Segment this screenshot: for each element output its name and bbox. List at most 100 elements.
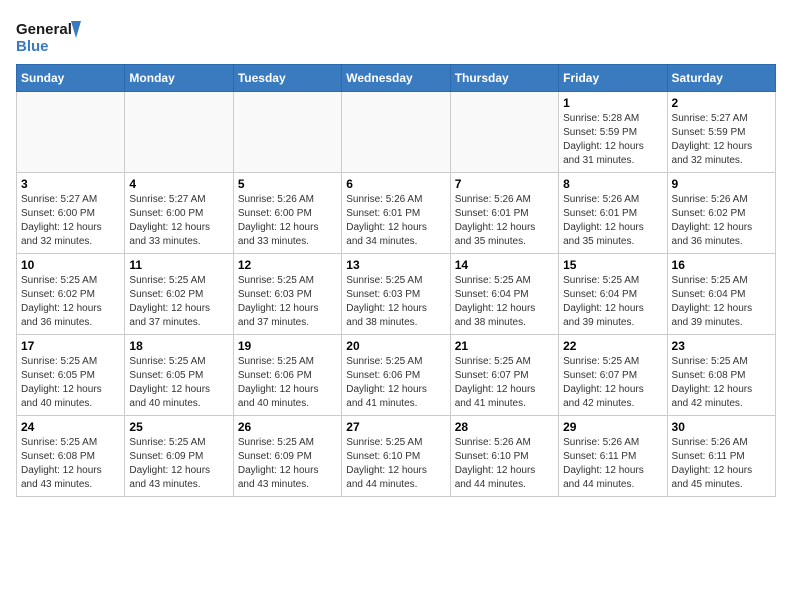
day-number: 3 <box>21 177 120 191</box>
day-header-saturday: Saturday <box>667 65 775 92</box>
day-number: 12 <box>238 258 337 272</box>
calendar-week-1: 1 Sunrise: 5:28 AM Sunset: 5:59 PM Daylig… <box>17 92 776 173</box>
calendar-cell: 29 Sunrise: 5:26 AM Sunset: 6:11 PM Dayli… <box>559 416 667 497</box>
calendar-cell: 9Sunrise: 5:26 AM Sunset: 6:02 PM Daylig… <box>667 173 775 254</box>
calendar-cell: 7 Sunrise: 5:26 AM Sunset: 6:01 PM Daylig… <box>450 173 558 254</box>
day-number: 16 <box>672 258 771 272</box>
calendar-cell: 18 Sunrise: 5:25 AM Sunset: 6:05 PM Dayli… <box>125 335 233 416</box>
day-info: Sunrise: 5:26 AM Sunset: 6:01 PM Dayligh… <box>346 193 445 249</box>
calendar-cell: 25 Sunrise: 5:25 AM Sunset: 6:09 PM Dayli… <box>125 416 233 497</box>
day-info: Sunrise: 5:25 AM Sunset: 6:02 PM Dayligh… <box>21 274 120 330</box>
day-info: Sunrise: 5:26 AM Sunset: 6:10 PM Dayligh… <box>455 436 554 492</box>
day-info: Sunrise: 5:25 AM Sunset: 6:02 PM Dayligh… <box>129 274 228 330</box>
day-info: Sunrise: 5:25 AM Sunset: 6:07 PM Dayligh… <box>563 355 662 411</box>
calendar-cell: 8 Sunrise: 5:26 AM Sunset: 6:01 PM Daylig… <box>559 173 667 254</box>
calendar-cell: 12 Sunrise: 5:25 AM Sunset: 6:03 PM Dayli… <box>233 254 341 335</box>
calendar-cell <box>233 92 341 173</box>
day-header-thursday: Thursday <box>450 65 558 92</box>
day-info: Sunrise: 5:26 AM Sunset: 6:11 PM Dayligh… <box>563 436 662 492</box>
day-number: 6 <box>346 177 445 191</box>
day-info: Sunrise: 5:25 AM Sunset: 6:05 PM Dayligh… <box>21 355 120 411</box>
day-number: 7 <box>455 177 554 191</box>
logo-svg: GeneralBlue <box>16 16 86 56</box>
calendar-header-row: SundayMondayTuesdayWednesdayThursdayFrid… <box>17 65 776 92</box>
calendar-week-2: 3 Sunrise: 5:27 AM Sunset: 6:00 PM Daylig… <box>17 173 776 254</box>
day-info: Sunrise: 5:25 AM Sunset: 6:07 PM Dayligh… <box>455 355 554 411</box>
day-info: Sunrise: 5:25 AM Sunset: 6:05 PM Dayligh… <box>129 355 228 411</box>
calendar-cell: 15 Sunrise: 5:25 AM Sunset: 6:04 PM Dayli… <box>559 254 667 335</box>
day-number: 9 <box>672 177 771 191</box>
calendar-cell: 23 Sunrise: 5:25 AM Sunset: 6:08 PM Dayli… <box>667 335 775 416</box>
calendar-cell: 26 Sunrise: 5:25 AM Sunset: 6:09 PM Dayli… <box>233 416 341 497</box>
day-number: 1 <box>563 96 662 110</box>
calendar-cell: 27Sunrise: 5:25 AM Sunset: 6:10 PM Dayli… <box>342 416 450 497</box>
svg-text:Blue: Blue <box>16 38 49 55</box>
day-number: 25 <box>129 420 228 434</box>
day-info: Sunrise: 5:27 AM Sunset: 6:00 PM Dayligh… <box>21 193 120 249</box>
day-info: Sunrise: 5:26 AM Sunset: 6:01 PM Dayligh… <box>455 193 554 249</box>
day-info: Sunrise: 5:25 AM Sunset: 6:06 PM Dayligh… <box>238 355 337 411</box>
day-number: 11 <box>129 258 228 272</box>
day-info: Sunrise: 5:25 AM Sunset: 6:04 PM Dayligh… <box>672 274 771 330</box>
day-number: 2 <box>672 96 771 110</box>
day-info: Sunrise: 5:25 AM Sunset: 6:08 PM Dayligh… <box>672 355 771 411</box>
svg-text:General: General <box>16 21 72 38</box>
day-info: Sunrise: 5:25 AM Sunset: 6:03 PM Dayligh… <box>346 274 445 330</box>
day-number: 13 <box>346 258 445 272</box>
calendar-cell: 13 Sunrise: 5:25 AM Sunset: 6:03 PM Dayli… <box>342 254 450 335</box>
calendar-cell <box>450 92 558 173</box>
day-info: Sunrise: 5:25 AM Sunset: 6:09 PM Dayligh… <box>238 436 337 492</box>
day-info: Sunrise: 5:25 AM Sunset: 6:09 PM Dayligh… <box>129 436 228 492</box>
day-number: 26 <box>238 420 337 434</box>
calendar-week-5: 24Sunrise: 5:25 AM Sunset: 6:08 PM Dayli… <box>17 416 776 497</box>
calendar-cell: 20Sunrise: 5:25 AM Sunset: 6:06 PM Dayli… <box>342 335 450 416</box>
calendar-cell: 6 Sunrise: 5:26 AM Sunset: 6:01 PM Daylig… <box>342 173 450 254</box>
day-header-friday: Friday <box>559 65 667 92</box>
calendar-week-3: 10 Sunrise: 5:25 AM Sunset: 6:02 PM Dayli… <box>17 254 776 335</box>
calendar-cell: 17 Sunrise: 5:25 AM Sunset: 6:05 PM Dayli… <box>17 335 125 416</box>
page-header: GeneralBlue <box>16 16 776 56</box>
calendar-cell: 30 Sunrise: 5:26 AM Sunset: 6:11 PM Dayli… <box>667 416 775 497</box>
calendar-cell: 19 Sunrise: 5:25 AM Sunset: 6:06 PM Dayli… <box>233 335 341 416</box>
day-number: 28 <box>455 420 554 434</box>
day-info: Sunrise: 5:25 AM Sunset: 6:03 PM Dayligh… <box>238 274 337 330</box>
calendar-cell <box>17 92 125 173</box>
day-info: Sunrise: 5:27 AM Sunset: 5:59 PM Dayligh… <box>672 112 771 168</box>
day-number: 8 <box>563 177 662 191</box>
day-number: 22 <box>563 339 662 353</box>
day-info: Sunrise: 5:26 AM Sunset: 6:11 PM Dayligh… <box>672 436 771 492</box>
day-number: 30 <box>672 420 771 434</box>
day-number: 27 <box>346 420 445 434</box>
day-number: 23 <box>672 339 771 353</box>
day-number: 21 <box>455 339 554 353</box>
day-number: 10 <box>21 258 120 272</box>
day-info: Sunrise: 5:26 AM Sunset: 6:01 PM Dayligh… <box>563 193 662 249</box>
day-number: 17 <box>21 339 120 353</box>
day-info: Sunrise: 5:25 AM Sunset: 6:04 PM Dayligh… <box>455 274 554 330</box>
day-number: 19 <box>238 339 337 353</box>
day-number: 4 <box>129 177 228 191</box>
calendar-cell: 3 Sunrise: 5:27 AM Sunset: 6:00 PM Daylig… <box>17 173 125 254</box>
day-header-wednesday: Wednesday <box>342 65 450 92</box>
calendar-cell: 24Sunrise: 5:25 AM Sunset: 6:08 PM Dayli… <box>17 416 125 497</box>
day-info: Sunrise: 5:28 AM Sunset: 5:59 PM Dayligh… <box>563 112 662 168</box>
logo: GeneralBlue <box>16 16 86 56</box>
calendar-cell: 16 Sunrise: 5:25 AM Sunset: 6:04 PM Dayli… <box>667 254 775 335</box>
day-number: 15 <box>563 258 662 272</box>
calendar-week-4: 17 Sunrise: 5:25 AM Sunset: 6:05 PM Dayli… <box>17 335 776 416</box>
calendar-cell: 22 Sunrise: 5:25 AM Sunset: 6:07 PM Dayli… <box>559 335 667 416</box>
day-info: Sunrise: 5:25 AM Sunset: 6:04 PM Dayligh… <box>563 274 662 330</box>
day-number: 29 <box>563 420 662 434</box>
calendar-cell: 21 Sunrise: 5:25 AM Sunset: 6:07 PM Dayli… <box>450 335 558 416</box>
calendar-cell <box>125 92 233 173</box>
day-number: 24 <box>21 420 120 434</box>
day-header-monday: Monday <box>125 65 233 92</box>
calendar-cell: 28 Sunrise: 5:26 AM Sunset: 6:10 PM Dayli… <box>450 416 558 497</box>
day-number: 18 <box>129 339 228 353</box>
calendar-cell: 10 Sunrise: 5:25 AM Sunset: 6:02 PM Dayli… <box>17 254 125 335</box>
day-info: Sunrise: 5:27 AM Sunset: 6:00 PM Dayligh… <box>129 193 228 249</box>
day-number: 14 <box>455 258 554 272</box>
calendar-table: SundayMondayTuesdayWednesdayThursdayFrid… <box>16 64 776 497</box>
day-number: 20 <box>346 339 445 353</box>
day-header-tuesday: Tuesday <box>233 65 341 92</box>
